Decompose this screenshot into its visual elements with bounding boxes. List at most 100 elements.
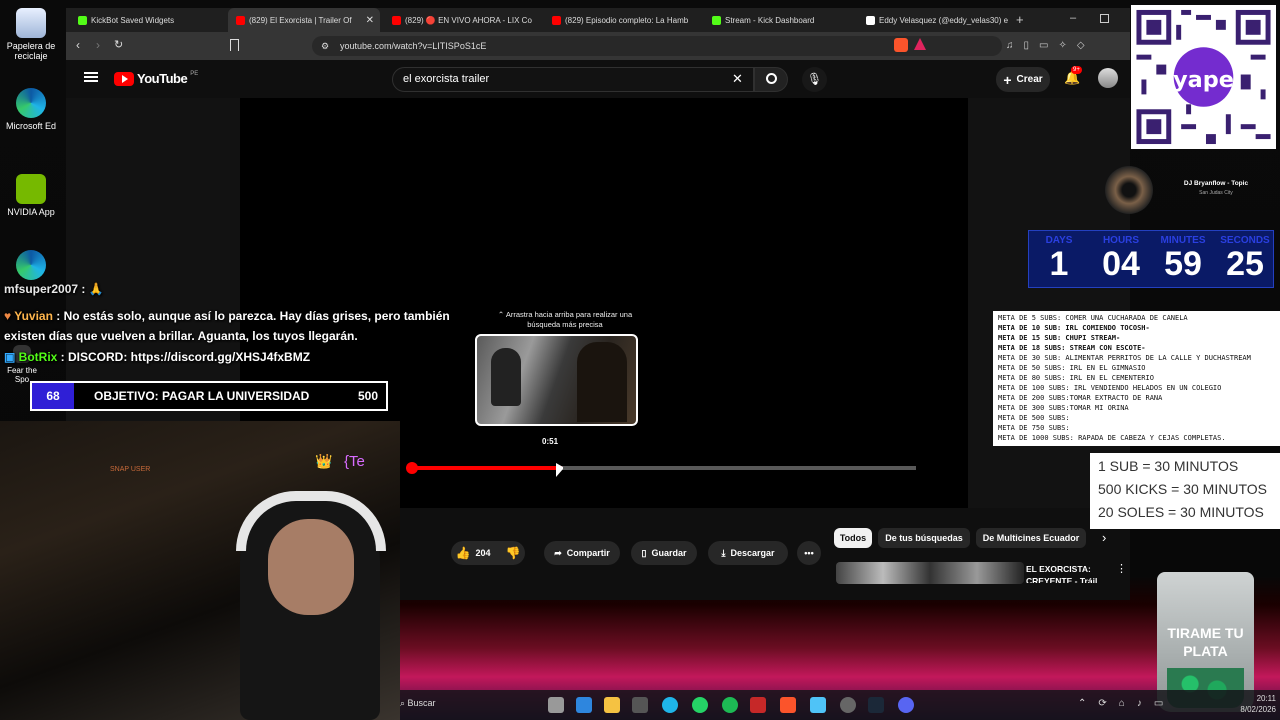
search-input[interactable]: el exorcista trailer [392,67,754,92]
maximize-button[interactable] [1100,14,1109,23]
obs-icon[interactable] [840,697,856,713]
search-icon [766,73,777,84]
battery-icon[interactable]: ▭ [1154,698,1163,709]
recycle-bin-icon [16,8,46,38]
desktop-icon-nvidia[interactable]: NVIDIA App [2,174,60,217]
forward-arrow-icon[interactable]: › [96,38,100,52]
tab-label: Eddy Velasquez (@eddy_velas30) e [879,15,1008,25]
close-tab-icon[interactable]: ✕ [366,15,380,26]
taskbar-search[interactable]: ⌕ Buscar [400,698,436,709]
tab-label: (829) El Exorcista | Trailer Of [249,15,352,25]
task-view-icon[interactable] [548,697,564,713]
chevron-up-icon[interactable]: ⌃ [1078,698,1086,709]
track-artist: DJ Bryanflow - Topic [1183,180,1249,187]
progress-bar[interactable] [410,466,916,470]
album-art [1105,166,1153,214]
store-icon[interactable] [632,697,648,713]
vpn-icon[interactable]: ◇ [1077,40,1085,52]
timer-value: 25 [1226,245,1264,283]
new-tab-button[interactable]: + [1016,12,1024,27]
goal-line: META DE 30 SUB: ALIMENTAR PERRITOS DE LA… [998,354,1251,362]
browser-extensions: ♫ ▯ ▭ ✧ ◇ [1006,40,1116,52]
network-icon[interactable]: ⌂ [1119,698,1125,709]
app-icon[interactable] [750,697,766,713]
chevron-right-icon[interactable]: › [1102,530,1106,545]
tab-label: Stream - Kick Dashboard [725,15,815,25]
voice-search-button[interactable]: 🎙 [802,67,827,92]
media-icon[interactable]: ♫ [1006,40,1014,52]
brave-shield-icon[interactable] [894,38,908,52]
kick-icon [78,15,87,25]
app-tray-icon[interactable]: ⟳ [1098,698,1106,709]
site-settings-icon[interactable]: ⚙ [321,36,329,56]
tab-youtube-episodio[interactable]: (829) Episodio completo: La Hamb [544,8,700,32]
share-button[interactable]: ➦ Compartir [544,541,620,565]
reload-icon[interactable]: ↻ [114,38,123,51]
url-text: youtube.com/watch?v=LITISPoS1cE [340,41,487,51]
file-explorer-icon[interactable] [604,697,620,713]
copilot-icon[interactable] [576,697,592,713]
spotify-icon[interactable] [722,697,738,713]
tab-youtube-envivo[interactable]: (829) 🔴 EN VIVO AHORA - LIX Co [384,8,540,32]
clock[interactable]: 20:11 8/02/2026 [1218,693,1276,715]
back-arrow-icon[interactable]: ‹ [76,38,80,52]
save-icon: ▯ [641,547,647,558]
brave-icon[interactable] [780,697,796,713]
chip-multicines[interactable]: De Multicines Ecuador [976,528,1086,548]
create-label: Crear [1016,74,1043,85]
thumbs-down-icon[interactable]: 👎 [506,546,521,560]
hint-text: Arrastra hacia arriba para realizar una … [505,310,633,329]
sidebar-icon[interactable]: ▯ [1024,40,1030,52]
minimize-button[interactable]: – [1070,12,1076,24]
notepad-icon[interactable] [810,697,826,713]
tab-kick-dashboard[interactable]: Stream - Kick Dashboard [704,8,852,32]
tab-youtube-exorcista[interactable]: (829) El Exorcista | Trailer Of ✕ [228,8,380,32]
avatar[interactable] [1098,68,1118,88]
recommended-title[interactable]: EL EXORCISTA: CREYENTE - Tráil [1026,563,1116,583]
tab-kickbot[interactable]: KickBot Saved Widgets [70,8,224,32]
save-button[interactable]: ▯ Guardar [631,541,697,565]
scrubber-handle[interactable] [406,462,418,474]
clear-search-icon[interactable]: ✕ [732,71,743,87]
download-button[interactable]: ⤓ Descargar [708,541,788,565]
mouse-cursor-icon [556,463,564,477]
microphone-icon: 🎙 [806,72,823,86]
headphones [236,491,386,551]
more-actions-button[interactable]: ••• [797,541,821,565]
chip-todos[interactable]: Todos [834,528,872,548]
search-button[interactable] [754,67,788,92]
qr-pattern: yape [1131,5,1276,149]
volume-icon[interactable]: ♪ [1137,698,1142,709]
bookmark-icon[interactable] [230,39,239,51]
chip-de-tus-busquedas[interactable]: De tus búsquedas [878,528,970,548]
recommended-thumbnail[interactable] [836,562,1024,584]
share-label: Compartir [566,548,610,558]
desktop-icon-edge-2[interactable] [2,250,60,283]
tab-tiktok[interactable]: Eddy Velasquez (@eddy_velas30) e [858,8,1008,32]
chip-label: De Multicines Ecuador [982,533,1080,543]
goal-line: META DE 500 SUBS: [998,414,1070,422]
leo-icon[interactable]: ✧ [1058,40,1066,52]
rate-line: 500 KICKS = 30 MINUTOS [1098,481,1267,497]
chat-text: No estás solo, aunque así lo parezca. Ha… [4,309,450,343]
menu-icon[interactable] [84,72,98,82]
more-vert-icon[interactable]: ⋮ [1116,562,1127,575]
desktop-icon-recycle-bin[interactable]: Papelera de reciclaje [2,8,60,61]
goal-line: META DE 200 SUBS:TOMAR EXTRACTO DE RANA [998,394,1163,402]
edge-icon[interactable] [662,697,678,713]
viewer-name-ticker: {Te [344,453,365,470]
desktop-icon-edge[interactable]: Microsoft Ed [2,88,60,131]
timer-value: 59 [1164,245,1202,283]
like-button[interactable]: 👍 204 👎 [451,541,525,565]
wallet-icon[interactable]: ▭ [1039,40,1048,52]
discord-icon[interactable] [898,697,914,713]
goal-line: META DE 15 SUB: CHUPI STREAM- [998,334,1121,342]
track-subtitle: San Judas City [1199,190,1233,196]
youtube-logo[interactable]: YouTube PE [114,71,198,86]
create-button[interactable]: + Crear [996,67,1050,92]
brave-rewards-icon[interactable] [914,38,926,50]
youtube-icon [392,15,401,25]
whatsapp-icon[interactable] [692,697,708,713]
chat-username: Yuvian [14,309,53,323]
steam-icon[interactable] [868,697,884,713]
